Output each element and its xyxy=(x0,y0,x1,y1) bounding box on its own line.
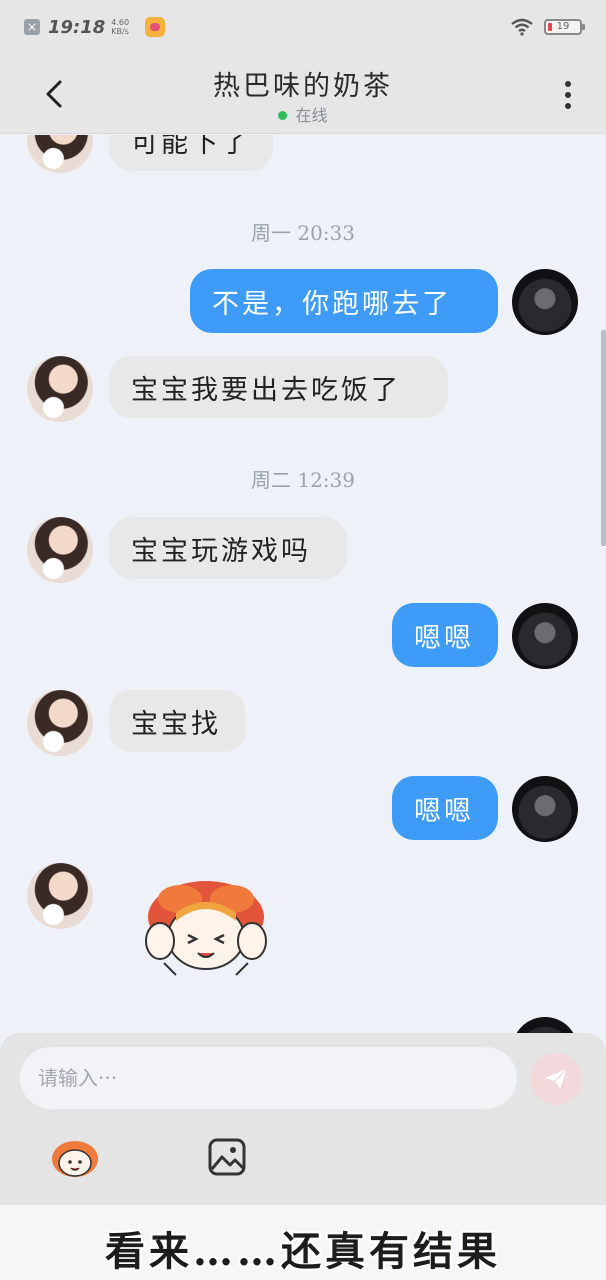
contact-avatar[interactable] xyxy=(27,517,93,583)
online-dot-icon xyxy=(278,111,288,120)
my-avatar[interactable] xyxy=(512,1017,578,1033)
emoji-icon[interactable] xyxy=(50,1135,100,1179)
app-notification-icon xyxy=(145,17,166,37)
chat-header: 热巴味的奶茶 在线 xyxy=(0,54,606,134)
my-avatar[interactable] xyxy=(512,603,578,669)
close-notification-icon: × xyxy=(24,19,40,35)
network-speed: 4.60 KB/s xyxy=(111,18,133,36)
message-bubble-out[interactable]: 嗯嗯 xyxy=(392,776,498,840)
message-bubble-out[interactable]: 不是，你跑哪去了 xyxy=(190,269,498,333)
timestamp: 周一 20:33 xyxy=(251,221,355,245)
more-dot-icon xyxy=(565,103,571,109)
message-composer xyxy=(0,1033,606,1205)
message-bubble-out[interactable]: 嗯嗯 xyxy=(392,603,498,667)
more-dot-icon xyxy=(565,81,571,87)
message-bubble-in[interactable]: 宝宝找 xyxy=(109,690,246,752)
contact-name: 热巴味的奶茶 xyxy=(213,71,393,102)
network-speed-unit: KB/s xyxy=(111,27,129,36)
send-icon xyxy=(545,1068,568,1089)
caption-strip: 看来……还真有结果 xyxy=(0,1205,606,1280)
online-status: 在线 xyxy=(0,102,606,126)
my-avatar[interactable] xyxy=(512,776,578,842)
status-time: 19:18 xyxy=(48,16,106,38)
more-options-button[interactable] xyxy=(556,78,580,112)
scrollbar[interactable] xyxy=(601,330,606,546)
online-status-label: 在线 xyxy=(295,106,328,125)
timestamp: 周二 12:39 xyxy=(251,468,355,492)
contact-avatar[interactable] xyxy=(27,356,93,422)
message-bubble-in[interactable]: 宝宝我要出去吃饭了 xyxy=(109,356,448,418)
my-avatar[interactable] xyxy=(512,269,578,335)
contact-avatar[interactable] xyxy=(27,690,93,756)
battery-icon: 19 xyxy=(544,19,585,35)
battery-level: 19 xyxy=(556,21,570,32)
contact-avatar[interactable] xyxy=(27,135,93,173)
network-speed-value: 4.60 xyxy=(111,18,130,27)
send-button[interactable] xyxy=(530,1053,582,1105)
image-icon[interactable] xyxy=(207,1137,247,1177)
wifi-icon xyxy=(511,18,533,36)
video-caption: 看来……还真有结果 xyxy=(105,1228,501,1275)
message-input[interactable] xyxy=(20,1047,517,1109)
status-bar: × 19:18 4.60 KB/s 19 xyxy=(0,0,606,54)
message-bubble-in[interactable]: 宝宝玩游戏吗 xyxy=(109,517,347,579)
contact-avatar[interactable] xyxy=(27,863,93,929)
message-bubble-in[interactable]: 可能下了 xyxy=(109,135,273,171)
message-list[interactable]: 可能下了 周一 20:33 不是，你跑哪去了 宝宝我要出去吃饭了 周二 12:3… xyxy=(0,135,606,1033)
cartoon-girl-sticker[interactable] xyxy=(140,877,272,977)
more-dot-icon xyxy=(565,92,571,98)
